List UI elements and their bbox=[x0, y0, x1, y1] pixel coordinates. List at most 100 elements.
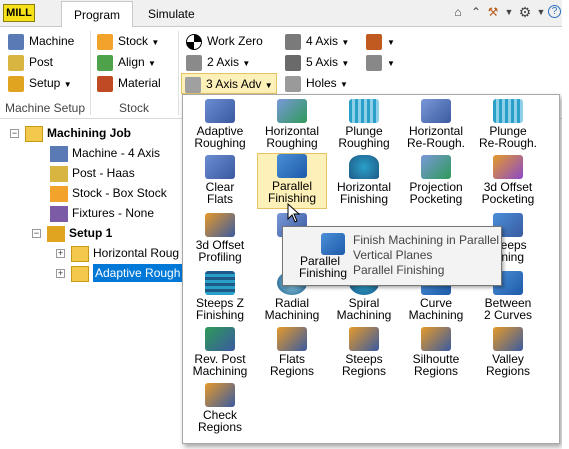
tree-item-machine[interactable]: Machine - 4 Axis bbox=[50, 143, 160, 163]
parallel-finishing-icon bbox=[321, 233, 345, 255]
tooltip-line: Parallel Finishing bbox=[353, 263, 445, 277]
stock-icon bbox=[50, 185, 68, 202]
chevron-up-icon[interactable]: ⌃ bbox=[469, 5, 483, 19]
two-axis-button[interactable]: 2 Axis ▼ bbox=[186, 52, 250, 72]
tree-item-post[interactable]: Post - Haas bbox=[50, 163, 135, 183]
rev-post-machining-icon bbox=[205, 327, 235, 351]
menu-item-plunge-rerough[interactable]: Plunge Re-Rough. bbox=[473, 99, 543, 153]
five-axis-button[interactable]: 5 Axis ▼ bbox=[285, 52, 349, 72]
holes-icon bbox=[285, 75, 301, 92]
folder-icon bbox=[71, 245, 89, 262]
plunge-rerough-icon bbox=[493, 99, 523, 123]
menu-item-projection-pocketing[interactable]: Projection Pocketing bbox=[401, 155, 471, 209]
check-regions-icon bbox=[205, 383, 235, 407]
post-icon bbox=[50, 165, 68, 182]
gear-icon[interactable]: ⚙ bbox=[518, 5, 532, 19]
three-axis-adv-icon bbox=[185, 76, 201, 93]
flats-regions-icon bbox=[277, 327, 307, 351]
work-zero-icon bbox=[186, 33, 202, 50]
menu-item-flats-regions[interactable]: Flats Regions bbox=[257, 327, 327, 381]
chevron-down-icon[interactable]: ▼ bbox=[502, 5, 516, 19]
steeps-regions-icon bbox=[349, 327, 379, 351]
post-button[interactable]: Post bbox=[8, 52, 53, 72]
silhoutte-regions-icon bbox=[421, 327, 451, 351]
tree-item-setup[interactable]: − Setup 1 bbox=[32, 223, 112, 243]
tree-item-stock[interactable]: Stock - Box Stock bbox=[50, 183, 167, 203]
tab-bar: MILL Program Simulate ⌂ ⌃ ⚒ ▼ ⚙ ▼ ? bbox=[0, 0, 569, 28]
menu-item-plunge-roughing[interactable]: Plunge Roughing bbox=[329, 99, 399, 153]
group-label-stock: Stock bbox=[118, 101, 149, 115]
job-tree: − Machining Job Machine - 4 Axis Post - H… bbox=[0, 119, 190, 449]
tooltip-title: Finish Machining in Parallel bbox=[353, 233, 500, 247]
tree-item-op1[interactable]: + Horizontal Roug bbox=[56, 243, 179, 263]
align-button[interactable]: Align ▼ bbox=[97, 52, 156, 72]
folder-icon bbox=[25, 125, 43, 142]
help-icon[interactable]: ? bbox=[548, 5, 561, 18]
plunge-roughing-icon bbox=[349, 99, 379, 123]
menu-item-valley-regions[interactable]: Valley Regions bbox=[473, 327, 543, 381]
ribbon-divider bbox=[178, 31, 179, 115]
menu-item-steeps-regions[interactable]: Steeps Regions bbox=[329, 327, 399, 381]
material-button[interactable]: Material bbox=[97, 73, 161, 93]
tools-icon bbox=[366, 33, 382, 50]
holes-button[interactable]: Holes ▼ bbox=[285, 73, 348, 93]
material-icon bbox=[97, 75, 113, 92]
menu-item-silhoutte-regions[interactable]: Silhoutte Regions bbox=[401, 327, 471, 381]
work-zero-button[interactable]: Work Zero bbox=[186, 31, 263, 51]
stock-icon bbox=[97, 33, 113, 50]
transform-button[interactable]: ▼ bbox=[366, 52, 395, 72]
menu-item-3d-offset-pocketing[interactable]: 3d Offset Pocketing bbox=[473, 155, 543, 209]
offset-profiling-icon bbox=[205, 213, 235, 237]
tree-item-op2[interactable]: + Adaptive Rough bbox=[56, 263, 183, 283]
mill-tab[interactable]: MILL bbox=[3, 4, 35, 22]
horizontal-rerough-icon bbox=[421, 99, 451, 123]
menu-item-rev-post-machining[interactable]: Rev. Post Machining bbox=[185, 327, 255, 381]
setup-icon bbox=[8, 75, 24, 92]
projection-pocketing-icon bbox=[421, 155, 451, 179]
home-icon[interactable]: ⌂ bbox=[451, 5, 465, 19]
tab-program[interactable]: Program bbox=[61, 1, 133, 28]
fixtures-icon bbox=[50, 205, 68, 222]
scrollbar[interactable] bbox=[562, 0, 569, 449]
menu-item-horizontal-rerough[interactable]: Horizontal Re-Rough. bbox=[401, 99, 471, 153]
two-axis-icon bbox=[186, 54, 202, 71]
menu-item-steeps-z-finishing[interactable]: Steeps Z Finishing bbox=[185, 271, 255, 325]
tab-simulate[interactable]: Simulate bbox=[148, 7, 195, 21]
menu-item-check-regions[interactable]: Check Regions bbox=[185, 383, 255, 437]
menu-item-horizontal-finishing[interactable]: Horizontal Finishing bbox=[329, 155, 399, 209]
tools-button[interactable]: ▼ bbox=[366, 31, 395, 51]
tooltip: Parallel Finishing Finish Machining in P… bbox=[282, 226, 502, 286]
four-axis-button[interactable]: 4 Axis ▼ bbox=[285, 31, 349, 51]
tree-item-fixtures[interactable]: Fixtures - None bbox=[50, 203, 154, 223]
collapse-icon[interactable]: − bbox=[10, 129, 19, 139]
tooltip-line: Vertical Planes bbox=[353, 248, 433, 262]
machine-icon bbox=[50, 145, 68, 162]
menu-item-horizontal-roughing[interactable]: Horizontal Roughing bbox=[257, 99, 327, 153]
horizontal-finishing-icon bbox=[349, 155, 379, 179]
clear-flats-icon bbox=[205, 155, 235, 179]
steeps-z-finishing-icon bbox=[205, 271, 235, 295]
hammer-icon[interactable]: ⚒ bbox=[486, 5, 500, 19]
expand-icon[interactable]: + bbox=[56, 249, 65, 259]
offset-pocketing-icon bbox=[493, 155, 523, 179]
setup-button[interactable]: Setup ▼ bbox=[8, 73, 72, 93]
four-axis-icon bbox=[285, 33, 301, 50]
menu-item-parallel-finishing[interactable]: Parallel Finishing bbox=[257, 153, 327, 209]
folder-icon bbox=[71, 265, 89, 282]
stock-button[interactable]: Stock ▼ bbox=[97, 31, 159, 51]
menu-item-clear-flats[interactable]: Clear Flats bbox=[185, 155, 255, 209]
menu-item-3d-offset-profiling[interactable]: 3d Offset Profiling bbox=[185, 213, 255, 267]
chevron-down-icon[interactable]: ▼ bbox=[534, 5, 548, 19]
expand-icon[interactable]: + bbox=[56, 269, 65, 279]
tree-root[interactable]: − Machining Job bbox=[10, 123, 131, 143]
setup-icon bbox=[47, 225, 65, 242]
post-icon bbox=[8, 54, 24, 71]
three-axis-adv-button[interactable]: 3 Axis Adv ▼ bbox=[181, 73, 277, 94]
group-label-machine-setup: Machine Setup bbox=[4, 101, 86, 115]
menu-item-adaptive-roughing[interactable]: Adaptive Roughing bbox=[185, 99, 255, 153]
collapse-icon[interactable]: − bbox=[32, 229, 41, 239]
valley-regions-icon bbox=[493, 327, 523, 351]
adaptive-roughing-icon bbox=[205, 99, 235, 123]
align-icon bbox=[97, 54, 113, 71]
machine-button[interactable]: Machine bbox=[8, 31, 74, 51]
